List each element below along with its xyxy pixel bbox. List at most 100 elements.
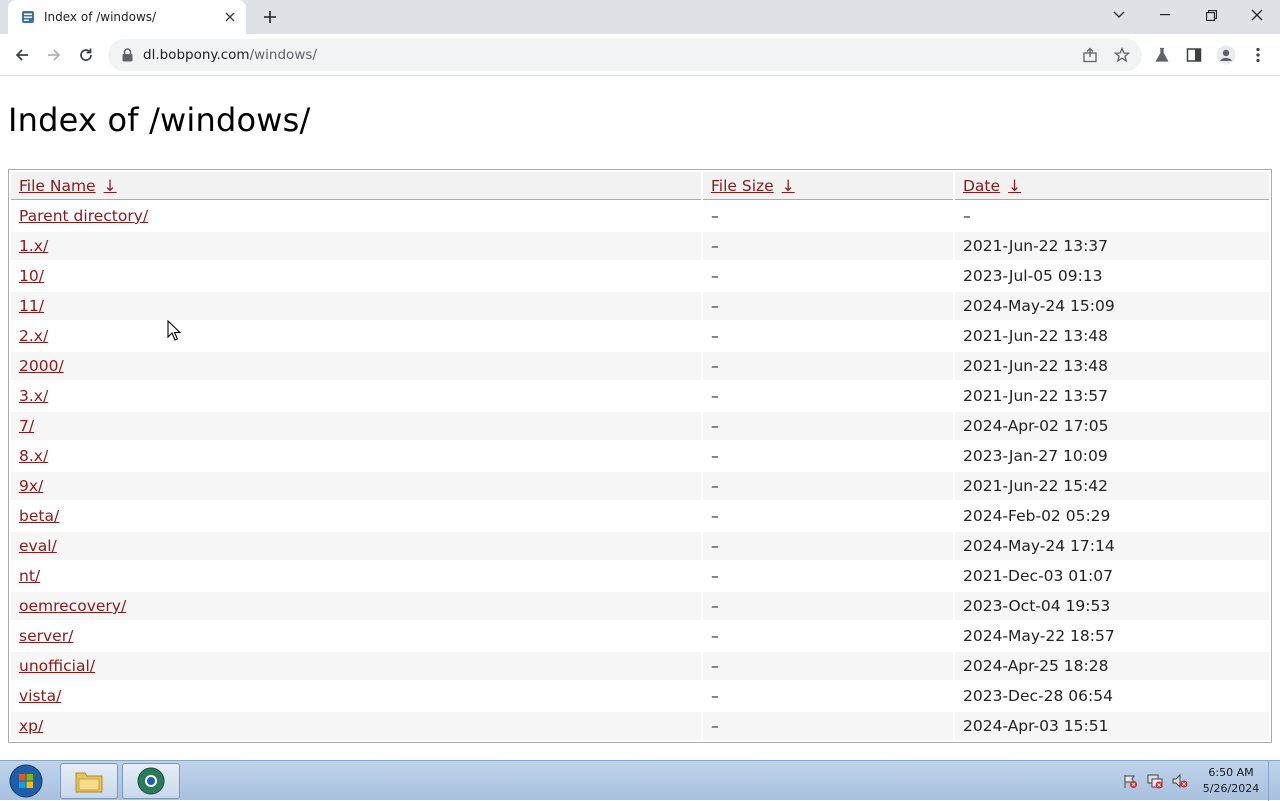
table-row: oemrecovery/ –2023-Oct-04 19:53 (11, 592, 1269, 620)
share-icon[interactable] (1076, 41, 1104, 69)
directory-listing-table: File Name ↓ File Size ↓ Date ↓ Parent direc… (8, 169, 1272, 743)
date-cell: 2024-May-22 18:57 (963, 627, 1115, 645)
forward-button[interactable] (40, 41, 68, 69)
file-size-cell: – (703, 412, 953, 440)
date-cell: 2023-Dec-28 06:54 (963, 687, 1113, 705)
volume-muted-icon[interactable] (1172, 773, 1188, 789)
file-size-cell: – (703, 652, 953, 680)
file-name-link[interactable]: unofficial/ (19, 657, 95, 675)
sort-by-name-link[interactable]: File Name ↓ (19, 177, 117, 195)
close-window-button[interactable] (1234, 0, 1280, 30)
file-name-link[interactable]: 10/ (19, 267, 44, 285)
browser-menu-icon[interactable] (1244, 41, 1272, 69)
file-name-link[interactable]: vista/ (19, 687, 61, 705)
table-row: 9x/ –2021-Jun-22 15:42 (11, 472, 1269, 500)
action-center-flag-icon[interactable] (1122, 773, 1138, 789)
table-row: vista/ – 2023-Dec-28 06:54 (11, 682, 1269, 710)
file-size-cell: – (711, 447, 719, 465)
date-cell: – (963, 207, 971, 225)
date-cell: 2021-Jun-22 13:48 (963, 327, 1109, 345)
column-name-label: File Name (19, 176, 96, 195)
side-panel-icon[interactable] (1180, 41, 1208, 69)
back-button[interactable] (8, 41, 36, 69)
table-row: 11/ –2024-May-24 15:09 (11, 292, 1269, 320)
file-name-cell: server/ (11, 622, 701, 650)
date-cell: 2024-Feb-02 05:29 (963, 507, 1111, 525)
table-body: Parent directory/– –1.x/–2021-Jun-22 13:3… (11, 202, 1269, 740)
date-cell: 2023-Jan-27 10:09 (963, 447, 1108, 465)
network-icon[interactable] (1147, 773, 1163, 789)
sort-arrow-icon: ↓ (1008, 176, 1022, 195)
column-header-size: File Size ↓ (703, 172, 953, 200)
file-name-cell: beta/ (11, 502, 701, 530)
table-row: Parent directory/ – – (11, 202, 1269, 230)
file-name-link[interactable]: 8.x/ (19, 447, 48, 465)
file-name-link[interactable]: 3.x/ (19, 387, 48, 405)
browser-tab[interactable]: Index of /windows/ (8, 0, 246, 34)
sort-by-size-link[interactable]: File Size ↓ (711, 177, 795, 195)
table-row: 10/ – 2023-Jul-05 09:13 (11, 262, 1269, 290)
file-size-cell: – (703, 292, 953, 320)
sort-arrow-icon: ↓ (103, 176, 117, 195)
file-name-cell: eval/ (11, 532, 701, 560)
file-size-cell: – (703, 232, 953, 260)
file-name-cell: xp/ (11, 712, 701, 740)
file-size-cell: – (703, 472, 953, 500)
file-name-link[interactable]: nt/ (19, 567, 40, 585)
file-name-link[interactable]: 1.x/ (19, 237, 48, 255)
address-bar[interactable]: dl.bobpony.com/windows/ (108, 39, 1142, 71)
page-title: Index of /windows/ (8, 101, 311, 139)
reload-button[interactable] (72, 41, 100, 69)
date-cell: 2021-Jun-22 13:48 (955, 352, 1269, 380)
start-button[interactable] (6, 762, 46, 800)
new-tab-button[interactable] (258, 6, 282, 28)
show-desktop-button[interactable] (1268, 761, 1280, 801)
table-row: eval/ –2024-May-24 17:14 (11, 532, 1269, 560)
file-name-cell: vista/ (11, 682, 701, 710)
table-row: server/ – 2024-May-22 18:57 (11, 622, 1269, 650)
file-name-cell: oemrecovery/ (11, 592, 701, 620)
table-row: 3.x/ – 2021-Jun-22 13:57 (11, 382, 1269, 410)
file-name-link[interactable]: oemrecovery/ (19, 597, 126, 615)
labs-flask-icon[interactable] (1148, 41, 1176, 69)
file-name-link[interactable]: beta/ (19, 507, 59, 525)
file-name-link[interactable]: 11/ (19, 297, 44, 315)
file-size-cell: – (711, 567, 719, 585)
clock-date: 5/26/2024 (1202, 782, 1260, 795)
table-row: 2.x/ – 2021-Jun-22 13:48 (11, 322, 1269, 350)
tab-search-icon[interactable] (1096, 0, 1142, 30)
browser-tabstrip: Index of /windows/ (0, 0, 1280, 34)
file-name-cell: 9x/ (11, 472, 701, 500)
bookmark-star-icon[interactable] (1108, 41, 1136, 69)
profile-avatar-icon[interactable] (1212, 41, 1240, 69)
file-size-cell: – (711, 507, 719, 525)
page-favicon-icon (20, 9, 36, 25)
table-row: nt/ – 2021-Dec-03 01:07 (11, 562, 1269, 590)
file-name-link[interactable]: 7/ (19, 417, 34, 435)
url-host: dl.bobpony.com (143, 47, 250, 63)
column-header-name: File Name ↓ (11, 172, 701, 200)
file-name-cell: 8.x/ (11, 442, 701, 470)
file-name-link[interactable]: xp/ (19, 717, 43, 735)
file-name-cell: 10/ (11, 262, 701, 290)
taskbar-clock[interactable]: 6:50 AM 5/26/2024 (1196, 765, 1266, 797)
file-name-link[interactable]: 2000/ (19, 357, 64, 375)
file-name-link[interactable]: eval/ (19, 537, 57, 555)
table-row: 2000/ –2021-Jun-22 13:48 (11, 352, 1269, 380)
lock-icon[interactable] (120, 47, 134, 63)
file-name-link[interactable]: 2.x/ (19, 327, 48, 345)
restore-button[interactable] (1188, 0, 1234, 30)
file-size-cell: – (703, 592, 953, 620)
table-row: 8.x/ – 2023-Jan-27 10:09 (11, 442, 1269, 470)
taskbar-browser-button[interactable] (122, 763, 180, 799)
minimize-button[interactable] (1142, 0, 1188, 30)
tab-close-icon[interactable] (222, 9, 238, 25)
date-cell: 2024-Apr-25 18:28 (955, 652, 1269, 680)
file-name-link[interactable]: Parent directory/ (19, 207, 148, 225)
file-name-link[interactable]: 9x/ (19, 477, 43, 495)
sort-by-date-link[interactable]: Date ↓ (963, 177, 1021, 195)
file-name-link[interactable]: server/ (19, 627, 73, 645)
file-size-cell: – (703, 532, 953, 560)
taskbar-explorer-button[interactable] (60, 763, 118, 799)
date-cell: 2024-May-24 15:09 (955, 292, 1269, 320)
